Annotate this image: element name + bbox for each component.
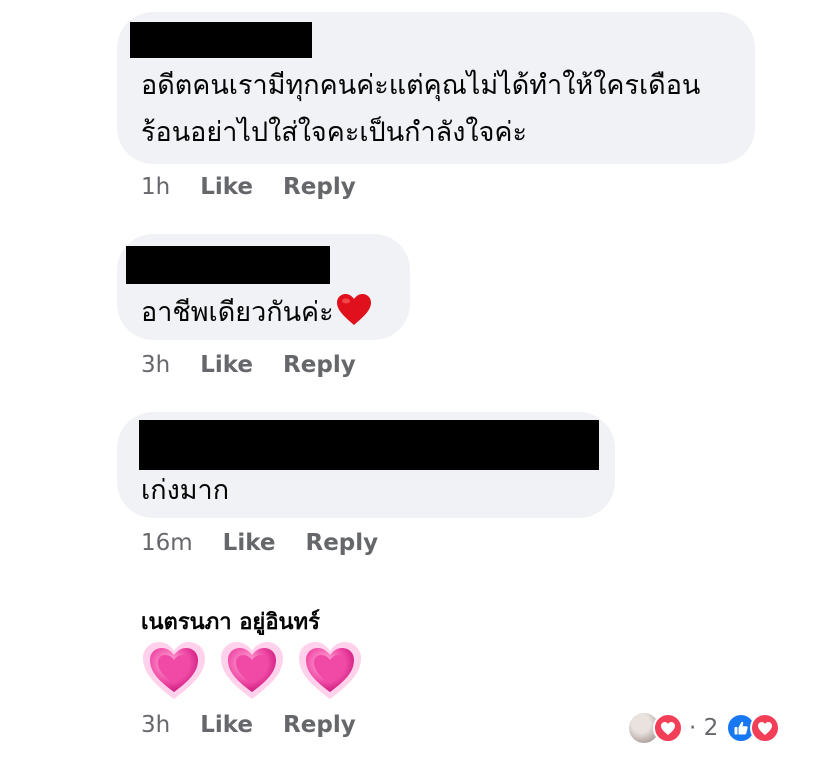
comment-time: 1h [141,174,171,200]
comment-text: อาชีพเดียวกันค่ะ [141,297,334,328]
comment-text-line: อาชีพเดียวกันค่ะ [141,290,372,341]
love-reaction-icon [653,713,683,743]
reaction-summary[interactable]: · 2 [627,711,781,745]
reaction-count: · 2 [689,715,719,741]
pink-heart-icon [297,640,363,706]
like-button[interactable]: Like [200,352,253,378]
redacted-author-name [126,246,330,284]
reply-button[interactable]: Reply [283,174,356,200]
like-button[interactable]: Like [200,174,253,200]
emoji-comment [141,640,363,706]
comment-text-line: อดีตคนเรามีทุกคนค่ะแต่คุณไม่ได้ทำให้ใครเ… [141,70,701,101]
comment-time: 16m [141,530,193,556]
comment-time: 3h [141,712,171,738]
red-heart-icon [336,293,372,341]
comment-actions: 16m Like Reply [141,530,408,556]
pink-heart-icon [219,640,285,706]
reply-button[interactable]: Reply [283,712,356,738]
redacted-author-name [130,22,312,58]
reply-button[interactable]: Reply [306,530,379,556]
comment-text-line: ร้อนอย่าไปใส่ใจคะเป็นกำลังใจค่ะ [141,117,527,148]
reply-button[interactable]: Reply [283,352,356,378]
comment-actions: 1h Like Reply [141,174,386,200]
redacted-author-name [139,420,599,470]
pink-heart-icon [141,640,207,706]
like-button[interactable]: Like [200,712,253,738]
comment-actions: 3h Like Reply [141,352,386,378]
comment-text-line: เก่งมาก [141,475,230,506]
like-button[interactable]: Like [223,530,276,556]
comment-time: 3h [141,352,171,378]
comment-author[interactable]: เนตรนภา อยู่อินทร์ [141,604,320,639]
love-reaction-icon [750,713,781,743]
comment-actions: 3h Like Reply [141,712,386,738]
